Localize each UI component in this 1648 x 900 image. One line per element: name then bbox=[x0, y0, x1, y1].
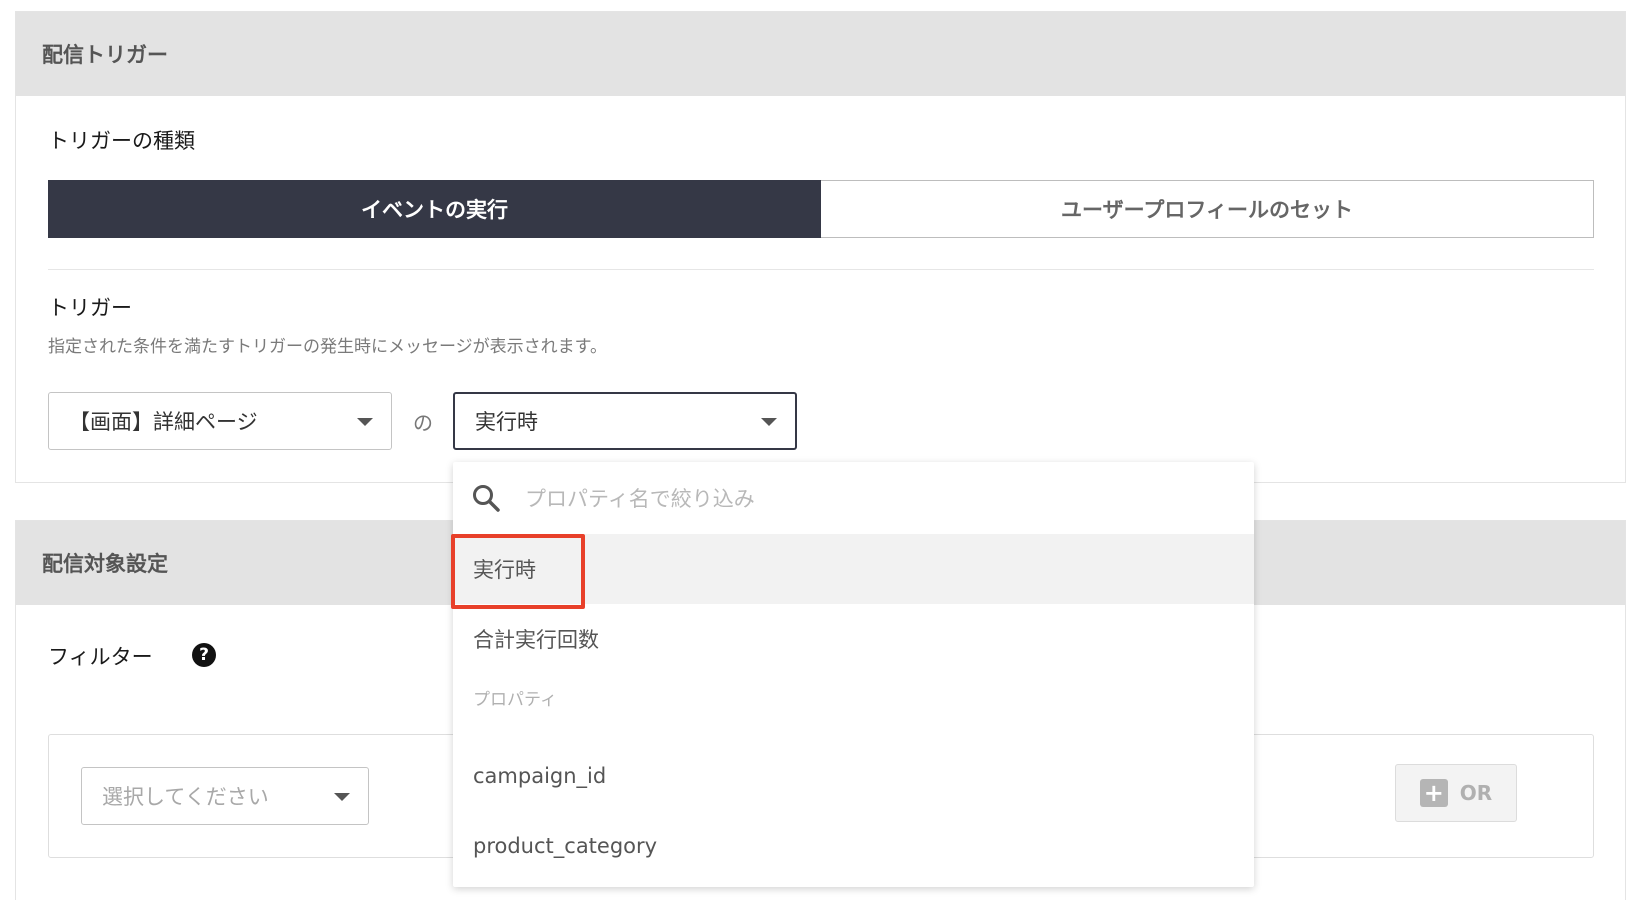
trigger-helper-text: 指定された条件を満たすトリガーの発生時にメッセージが表示されます。 bbox=[48, 337, 607, 357]
filter-label: フィルター bbox=[48, 645, 153, 669]
search-icon bbox=[473, 485, 500, 512]
connector-text: の bbox=[413, 411, 433, 435]
timing-select-value: 実行時 bbox=[475, 410, 538, 434]
dropdown-item-execution-time[interactable]: 実行時 bbox=[453, 534, 1254, 604]
plus-icon: + bbox=[1419, 779, 1448, 807]
trigger-label: トリガー bbox=[48, 296, 132, 320]
dropdown-search bbox=[453, 462, 1254, 534]
help-icon[interactable]: ? bbox=[192, 643, 216, 667]
dropdown-group-label: プロパティ bbox=[473, 690, 557, 710]
filter-select-placeholder: 選択してください bbox=[102, 785, 269, 809]
delivery-trigger-panel: 配信トリガー トリガーの種類 イベントの実行 ユーザープロフィールのセット トリ… bbox=[15, 11, 1626, 483]
chevron-down-icon bbox=[334, 793, 350, 801]
chevron-down-icon bbox=[761, 418, 777, 426]
event-select[interactable]: 【画面】詳細ページ bbox=[48, 392, 392, 450]
timing-select[interactable]: 実行時 bbox=[453, 392, 797, 450]
segment-user-profile-set[interactable]: ユーザープロフィールのセット bbox=[821, 180, 1594, 238]
delivery-trigger-header: 配信トリガー bbox=[16, 12, 1625, 96]
chevron-down-icon bbox=[357, 418, 373, 426]
trigger-type-label: トリガーの種類 bbox=[48, 129, 195, 153]
or-button-label: OR bbox=[1459, 781, 1493, 805]
timing-dropdown-menu: 実行時 合計実行回数 プロパティ campaign_id product_cat… bbox=[453, 462, 1254, 887]
dropdown-item-campaign-id[interactable]: campaign_id bbox=[453, 741, 1254, 811]
segment-event-execution[interactable]: イベントの実行 bbox=[48, 180, 821, 238]
dropdown-item-product-category[interactable]: product_category bbox=[453, 811, 1254, 881]
section-divider bbox=[48, 269, 1594, 270]
property-filter-input[interactable] bbox=[523, 480, 1227, 518]
filter-select[interactable]: 選択してください bbox=[81, 767, 369, 825]
add-or-condition-button[interactable]: + OR bbox=[1395, 764, 1517, 822]
event-select-value: 【画面】詳細ページ bbox=[69, 410, 258, 434]
dropdown-item-total-executions[interactable]: 合計実行回数 bbox=[453, 604, 1254, 674]
